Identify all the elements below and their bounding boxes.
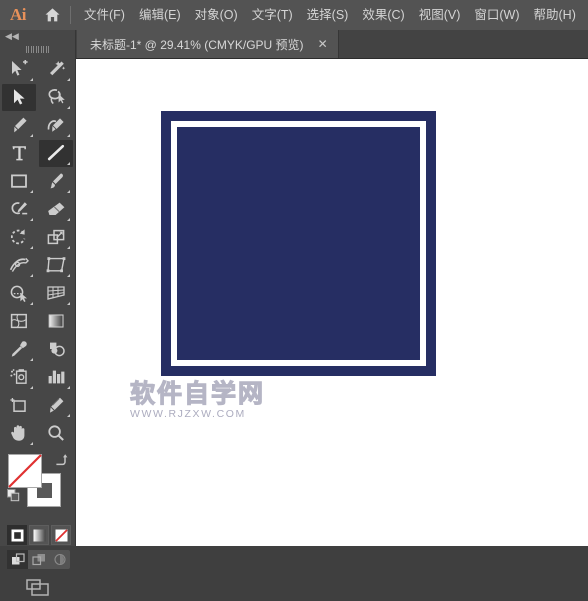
gradient-icon[interactable] <box>39 308 73 335</box>
selection-add-icon[interactable] <box>2 56 36 83</box>
tool-corner-marker <box>30 217 33 221</box>
tool-corner-marker <box>30 385 33 389</box>
magic-wand-icon[interactable] <box>39 56 73 83</box>
app-logo: Ai <box>10 5 27 24</box>
tool-corner-marker <box>67 413 70 417</box>
selection-arrow-icon[interactable] <box>2 83 36 111</box>
tool-corner-marker <box>30 301 33 305</box>
draw-mode-buttons <box>7 550 70 569</box>
rotate-icon[interactable] <box>2 224 36 251</box>
menu-effect[interactable]: 效果(C) <box>355 4 411 26</box>
draw-behind[interactable] <box>28 550 49 569</box>
swap-fill-stroke-button[interactable] <box>53 452 68 472</box>
watermark: 软件自学网 WWW.RJZXW.COM <box>129 379 330 420</box>
watermark-main-text: 软件自学网 <box>129 379 266 408</box>
close-icon[interactable]: ✕ <box>318 38 328 50</box>
tool-corner-marker <box>67 161 70 165</box>
free-transform-icon[interactable] <box>39 252 73 279</box>
menu-divider <box>70 6 71 24</box>
navy-square-artwork[interactable] <box>161 111 436 376</box>
tool-corner-marker <box>30 189 33 193</box>
tool-corner-marker <box>67 301 70 305</box>
tool-corner-marker <box>30 441 33 445</box>
tool-corner-marker <box>67 77 70 81</box>
paintbrush-icon[interactable] <box>39 168 73 195</box>
line-segment-icon[interactable] <box>39 139 73 167</box>
tool-corner-marker <box>67 133 70 137</box>
draw-inside[interactable] <box>49 550 70 569</box>
shaper-icon[interactable] <box>2 196 36 223</box>
artboard-icon[interactable] <box>2 392 36 419</box>
menu-view[interactable]: 视图(V) <box>412 4 468 26</box>
fill-none-slash-icon <box>8 454 42 488</box>
menu-file[interactable]: 文件(F) <box>77 4 132 26</box>
color-controls <box>0 451 75 596</box>
tool-corner-marker <box>30 357 33 361</box>
color-mode-buttons <box>7 525 71 545</box>
menu-help[interactable]: 帮助(H) <box>527 4 583 26</box>
color-mode-none[interactable] <box>51 525 71 545</box>
perspective-grid-icon[interactable] <box>39 280 73 307</box>
menu-type[interactable]: 文字(T) <box>245 4 300 26</box>
panel-drag-handle[interactable] <box>0 43 75 55</box>
tool-corner-marker <box>67 273 70 277</box>
menu-edit[interactable]: 编辑(E) <box>132 4 188 26</box>
tool-corner-marker <box>30 133 33 137</box>
screen-mode-button[interactable] <box>0 575 75 601</box>
default-fill-stroke-button[interactable] <box>7 489 20 507</box>
curvature-icon[interactable] <box>39 112 73 139</box>
home-icon[interactable] <box>36 0 68 30</box>
tool-grid <box>0 55 75 447</box>
tool-corner-marker <box>67 189 70 193</box>
document-tab-bar: 未标题-1* @ 29.41% (CMYK/GPU 预览) ✕ <box>76 30 588 59</box>
tool-corner-marker <box>30 245 33 249</box>
mesh-icon[interactable] <box>2 308 36 335</box>
scale-icon[interactable] <box>39 224 73 251</box>
width-icon[interactable] <box>2 252 36 279</box>
eyedropper-icon[interactable] <box>2 336 36 363</box>
fill-swatch[interactable] <box>8 454 42 488</box>
menu-object[interactable]: 对象(O) <box>188 4 245 26</box>
menu-window[interactable]: 窗口(W) <box>467 4 526 26</box>
document-tab-title: 未标题-1* @ 29.41% (CMYK/GPU 预览) <box>90 37 304 52</box>
panel-collapse-button[interactable]: ◀◀ <box>0 30 75 43</box>
type-icon[interactable] <box>2 140 36 167</box>
artwork-inner-fill <box>177 127 420 360</box>
pen-icon[interactable] <box>2 112 36 139</box>
symbol-sprayer-icon[interactable] <box>2 364 36 391</box>
menu-bar: Ai 文件(F) 编辑(E) 对象(O) 文字(T) 选择(S) 效果(C) 视… <box>0 0 588 30</box>
watermark-sub-text: WWW.RJZXW.COM <box>130 408 246 420</box>
tool-corner-marker <box>67 105 70 109</box>
lasso-icon[interactable] <box>39 84 73 111</box>
tool-corner-marker <box>30 77 33 81</box>
hand-icon[interactable] <box>2 420 36 447</box>
tool-corner-marker <box>67 217 70 221</box>
tool-corner-marker <box>67 385 70 389</box>
tool-corner-marker <box>67 245 70 249</box>
blend-icon[interactable] <box>39 336 73 363</box>
slice-icon[interactable] <box>39 392 73 419</box>
draw-normal[interactable] <box>7 550 28 569</box>
rectangle-icon[interactable] <box>2 168 36 195</box>
artboard-canvas[interactable]: 软件自学网 WWW.RJZXW.COM <box>76 59 588 546</box>
color-mode-gradient[interactable] <box>29 525 49 545</box>
column-graph-icon[interactable] <box>39 364 73 391</box>
shape-builder-icon[interactable] <box>2 280 36 307</box>
tool-corner-marker <box>30 273 33 277</box>
document-tab[interactable]: 未标题-1* @ 29.41% (CMYK/GPU 预览) ✕ <box>77 30 339 58</box>
color-mode-solid[interactable] <box>7 525 27 545</box>
tools-panel: ◀◀ <box>0 30 76 596</box>
eraser-icon[interactable] <box>39 196 73 223</box>
menu-select[interactable]: 选择(S) <box>300 4 356 26</box>
zoom-icon[interactable] <box>39 420 73 447</box>
